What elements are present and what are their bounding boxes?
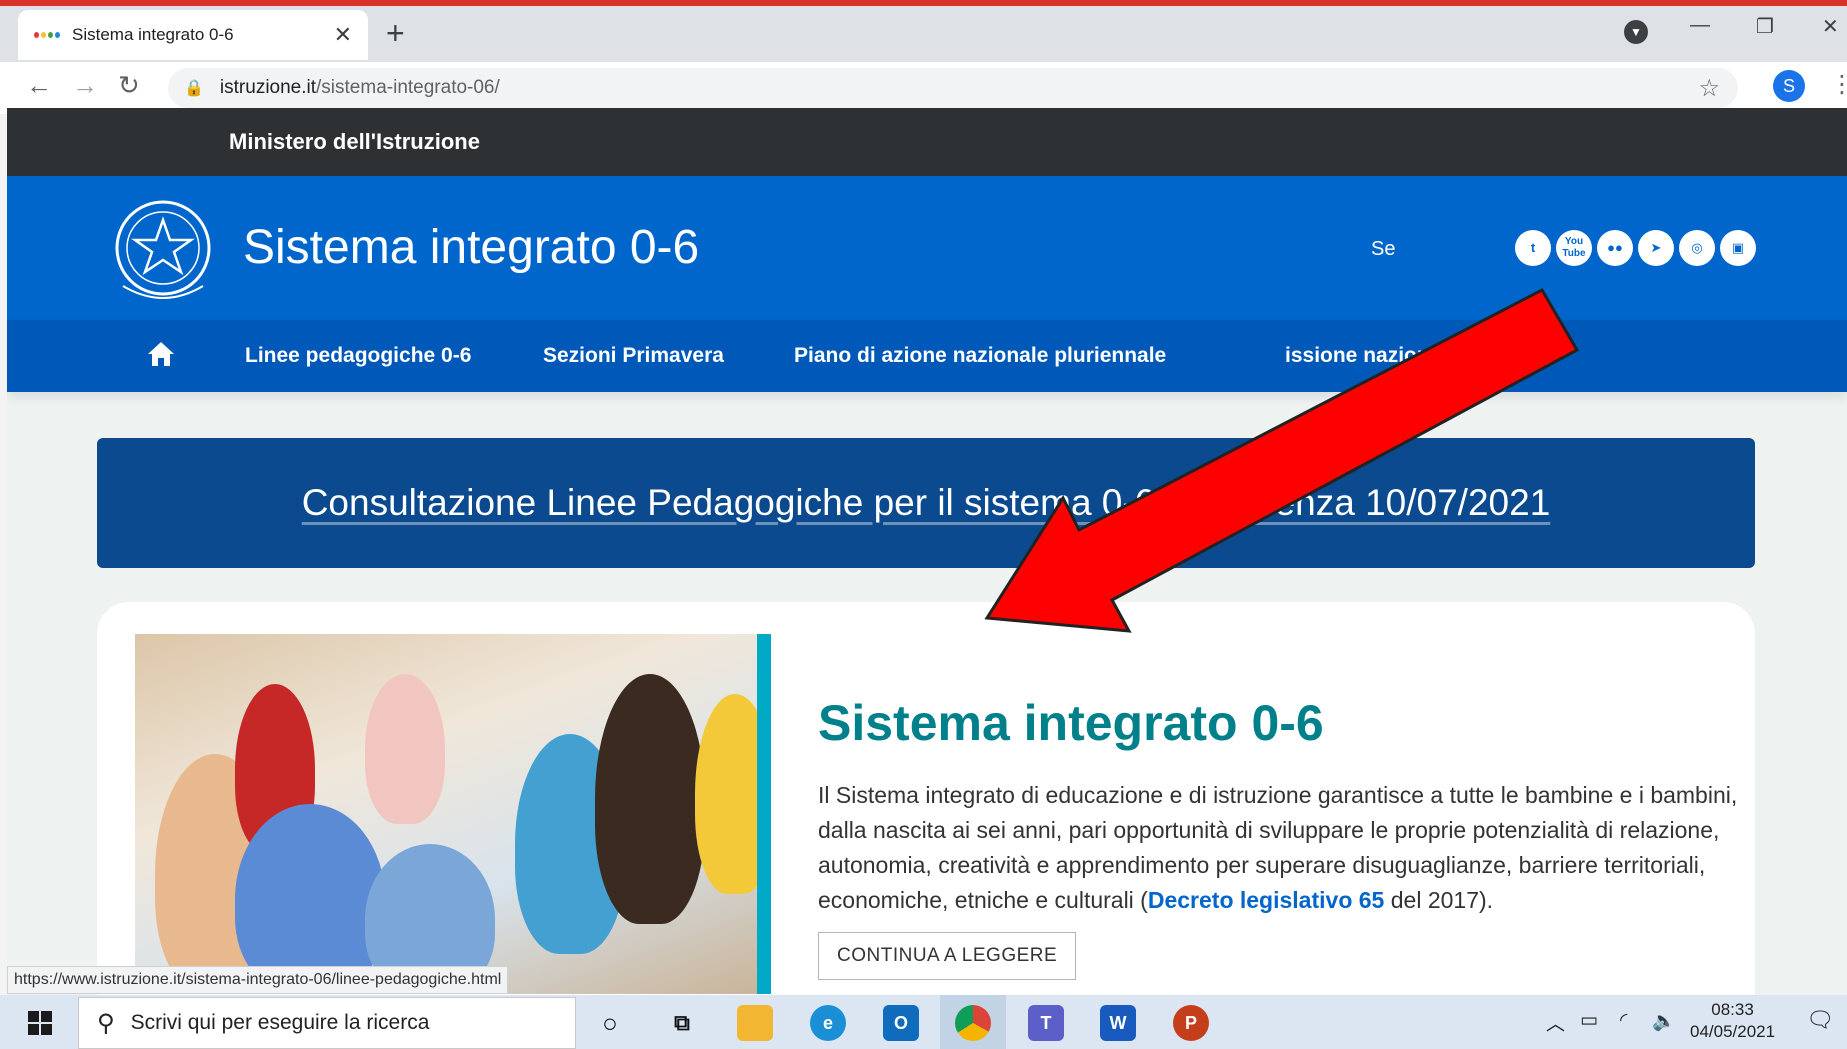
address-bar[interactable]: 🔒 istruzione.it/sistema-integrato-06/ ☆ — [168, 68, 1738, 108]
url-host: istruzione.it — [219, 77, 317, 98]
ministry-bar: Ministero dell'Istruzione — [7, 108, 1847, 176]
ministry-link[interactable]: Ministero dell'Istruzione — [229, 129, 480, 155]
reload-icon[interactable]: ↻ — [118, 70, 140, 101]
profile-avatar[interactable]: S — [1773, 70, 1805, 102]
taskbar-search[interactable]: ⚲ Scrivi qui per eseguire la ricerca — [78, 997, 576, 1049]
windows-start-icon[interactable] — [28, 1011, 52, 1035]
volume-icon[interactable]: 🔈 — [1652, 1009, 1676, 1033]
continue-reading-button[interactable]: CONTINUA A LEGGERE — [818, 932, 1077, 980]
battery-icon[interactable]: ▭ — [1580, 1009, 1598, 1032]
tab-search-icon[interactable]: ▼ — [1624, 20, 1648, 44]
nav-sezioni-primavera[interactable]: Sezioni Primavera — [543, 344, 724, 368]
windows-taskbar: ⚲ Scrivi qui per eseguire la ricerca ○ ⧉… — [0, 995, 1847, 1049]
card-title: Sistema integrato 0-6 — [818, 695, 1324, 751]
status-bar-url: https://www.istruzione.it/sistema-integr… — [7, 966, 509, 994]
clock-date: 04/05/2021 — [1690, 1022, 1776, 1041]
powerpoint-icon[interactable]: P — [1173, 1005, 1209, 1041]
new-tab-button[interactable]: + — [386, 16, 405, 50]
wifi-icon[interactable]: ◜ — [1620, 1009, 1627, 1032]
home-icon[interactable] — [147, 340, 175, 368]
search-placeholder: Scrivi qui per eseguire la ricerca — [130, 1011, 430, 1034]
site-title[interactable]: Sistema integrato 0-6 — [243, 220, 699, 275]
tab-title: Sistema integrato 0-6 — [72, 25, 234, 44]
chrome-icon[interactable] — [955, 1005, 991, 1041]
children-photo — [135, 634, 771, 994]
browser-toolbar: ← → ↻ 🔒 istruzione.it/sistema-integrato-… — [0, 62, 1847, 114]
decreto-link[interactable]: Decreto legislativo 65 — [1148, 887, 1385, 913]
menu-kebab-icon[interactable]: ⋮ — [1830, 70, 1847, 99]
telegram-icon[interactable]: ➤ — [1638, 230, 1674, 266]
word-icon[interactable]: W — [1100, 1005, 1136, 1041]
webpage: Ministero dell'Istruzione Sistema integr… — [7, 108, 1847, 995]
card-text-after: del 2017). — [1384, 887, 1494, 913]
edge-icon[interactable]: e — [810, 1005, 846, 1041]
instagram-icon[interactable]: ◎ — [1679, 230, 1715, 266]
close-tab-icon[interactable]: ✕ — [334, 22, 352, 48]
twitter-icon[interactable]: t — [1515, 230, 1551, 266]
search-icon: ⚲ — [97, 1009, 115, 1037]
browser-tab[interactable]: Sistema integrato 0-6 ✕ — [18, 10, 368, 60]
close-window-icon[interactable]: ✕ — [1822, 14, 1839, 39]
teams-icon[interactable]: T — [1028, 1005, 1064, 1041]
photo-accent-bar — [757, 634, 771, 994]
cortana-icon[interactable]: ○ — [592, 1005, 628, 1041]
slideshare-icon[interactable]: ▣ — [1720, 230, 1756, 266]
notification-center-icon[interactable]: 🗨 — [1806, 1007, 1834, 1033]
intro-card: Sistema integrato 0-6 Il Sistema integra… — [97, 602, 1755, 995]
social-label: Se — [1371, 238, 1396, 260]
task-view-icon[interactable]: ⧉ — [664, 1005, 700, 1041]
browser-chrome: Sistema integrato 0-6 ✕ + ▼ — ❐ ✕ ← → ↻ … — [0, 6, 1847, 114]
red-arrow-annotation — [984, 288, 1580, 633]
tray-overflow-icon[interactable]: ︿ — [1546, 1009, 1565, 1036]
republic-emblem-icon[interactable] — [109, 190, 217, 308]
url-path: /sistema-integrato-06/ — [316, 77, 500, 98]
forward-icon[interactable]: → — [72, 70, 98, 101]
card-description: Il Sistema integrato di educazione e di … — [818, 778, 1738, 918]
restore-icon[interactable]: ❐ — [1756, 14, 1774, 39]
clock-time: 08:33 — [1711, 1000, 1754, 1019]
taskbar-clock[interactable]: 08:33 04/05/2021 — [1690, 999, 1775, 1043]
back-icon[interactable]: ← — [26, 70, 52, 101]
minimize-icon[interactable]: — — [1690, 14, 1710, 37]
lock-icon: 🔒 — [184, 80, 204, 97]
site-favicon-icon — [34, 29, 60, 41]
bookmark-star-icon[interactable]: ☆ — [1698, 74, 1720, 103]
youtube-icon[interactable]: You Tube — [1556, 230, 1592, 266]
file-explorer-icon[interactable] — [737, 1005, 773, 1041]
nav-linee-pedagogiche[interactable]: Linee pedagogiche 0-6 — [245, 344, 471, 368]
flickr-icon[interactable]: ●● — [1597, 230, 1633, 266]
outlook-icon[interactable]: O — [883, 1005, 919, 1041]
